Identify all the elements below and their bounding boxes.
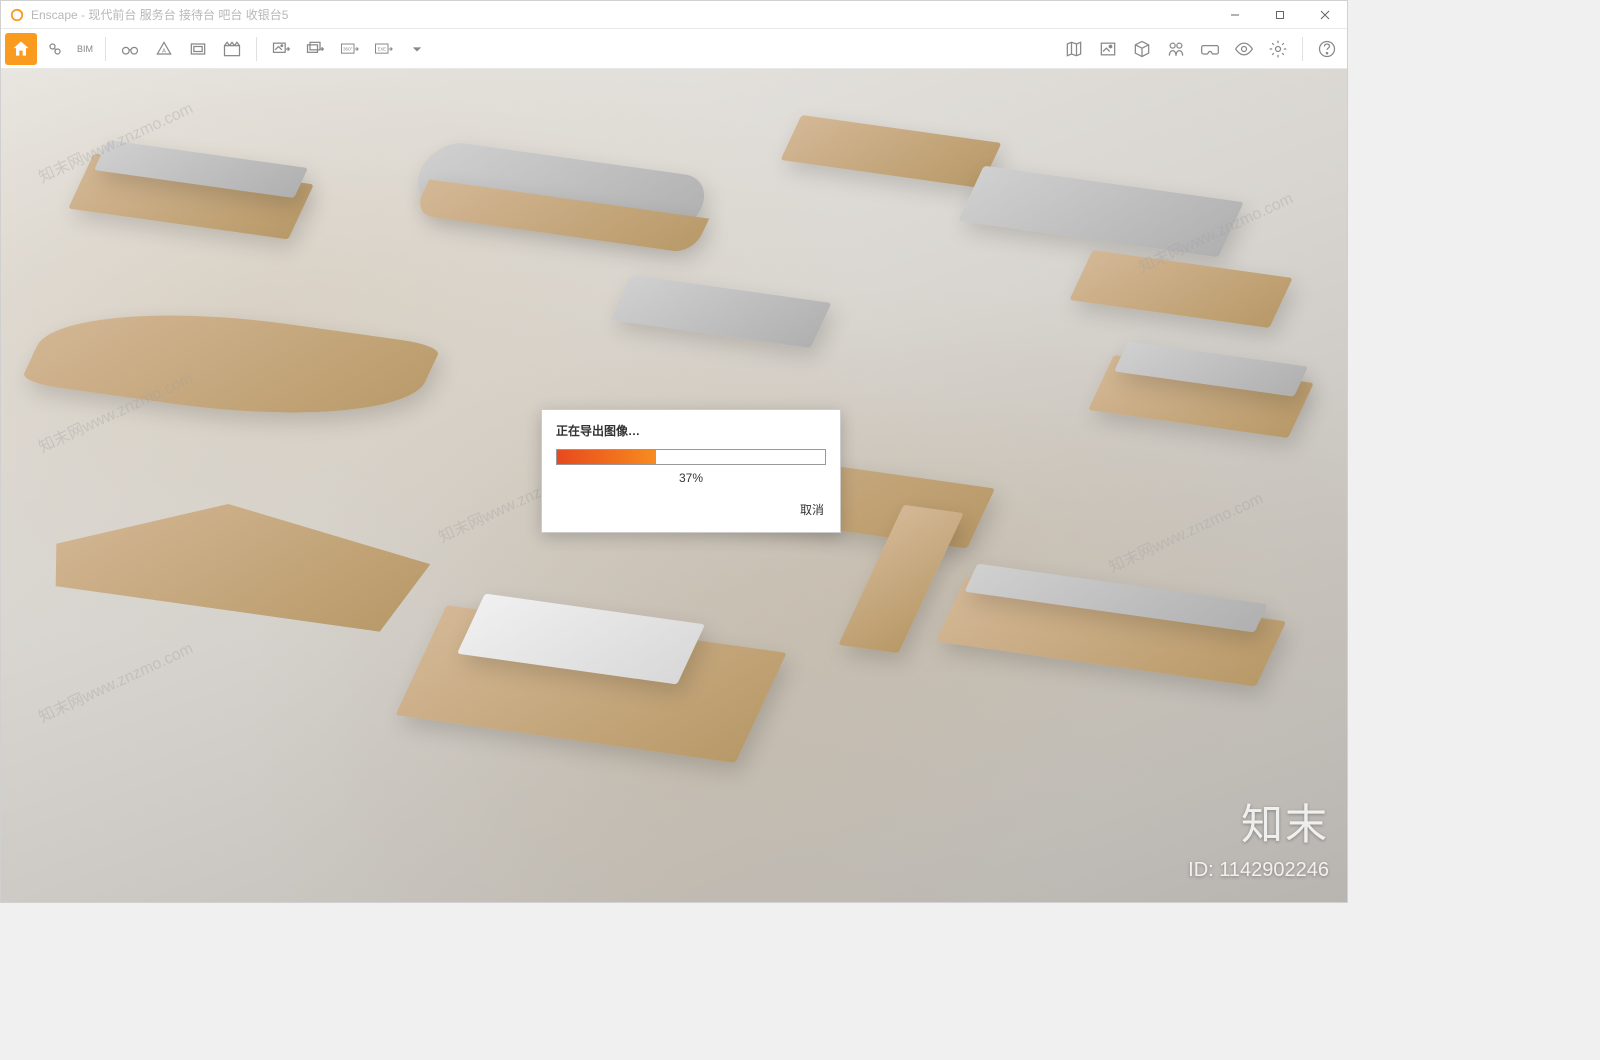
maximize-button[interactable] (1257, 1, 1302, 29)
dialog-title: 正在导出图像… (556, 422, 826, 439)
progress-bar (556, 449, 826, 465)
app-logo-icon (9, 7, 25, 23)
progress-fill (557, 450, 656, 464)
titlebar: Enscape - 现代前台 服务台 接待台 吧台 收银台5 (1, 1, 1347, 29)
separator (1302, 37, 1303, 61)
minimize-button[interactable] (1212, 1, 1257, 29)
map-button[interactable] (1058, 33, 1090, 65)
app-window: Enscape - 现代前台 服务台 接待台 吧台 收银台5 BIM (0, 0, 1348, 903)
svg-text:EXE: EXE (378, 46, 387, 51)
window-controls (1212, 1, 1347, 28)
svg-text:360°: 360° (343, 46, 353, 51)
visibility-button[interactable] (1228, 33, 1260, 65)
svg-text:A: A (162, 48, 166, 54)
dropdown-button[interactable] (401, 33, 433, 65)
progress-percent-label: 37% (556, 471, 826, 485)
settings-button[interactable] (1262, 33, 1294, 65)
orthographic-button[interactable] (182, 33, 214, 65)
vr-button[interactable] (1194, 33, 1226, 65)
pin-button[interactable] (39, 33, 71, 65)
export-360-button[interactable]: 360° (333, 33, 365, 65)
close-button[interactable] (1302, 1, 1347, 29)
viewport[interactable]: 知末网www.znzmo.com 知末网www.znzmo.com 知末网www… (1, 69, 1347, 902)
export-exe-button[interactable]: EXE (367, 33, 399, 65)
video-button[interactable] (216, 33, 248, 65)
separator (105, 37, 106, 61)
watermark-id: ID: 1142902246 (1188, 859, 1329, 882)
collaborate-button[interactable] (1160, 33, 1192, 65)
separator (256, 37, 257, 61)
export-image-button[interactable] (265, 33, 297, 65)
toolbar-left: BIM A 360° E (5, 33, 433, 65)
binoculars-button[interactable] (114, 33, 146, 65)
toolbar-right (1058, 33, 1343, 65)
toolbar: BIM A 360° E (1, 29, 1347, 69)
watermark-brand: 知末 (1241, 791, 1329, 852)
window-title: Enscape - 现代前台 服务台 接待台 吧台 收银台5 (31, 6, 1212, 23)
help-button[interactable] (1311, 33, 1343, 65)
perspective-button[interactable]: A (148, 33, 180, 65)
image-manager-button[interactable] (1092, 33, 1124, 65)
export-progress-dialog: 正在导出图像… 37% 取消 (541, 409, 841, 533)
bim-label: BIM (77, 44, 93, 54)
export-batch-button[interactable] (299, 33, 331, 65)
cancel-button[interactable]: 取消 (556, 497, 826, 522)
assets-button[interactable] (1126, 33, 1158, 65)
home-button[interactable] (5, 33, 37, 65)
